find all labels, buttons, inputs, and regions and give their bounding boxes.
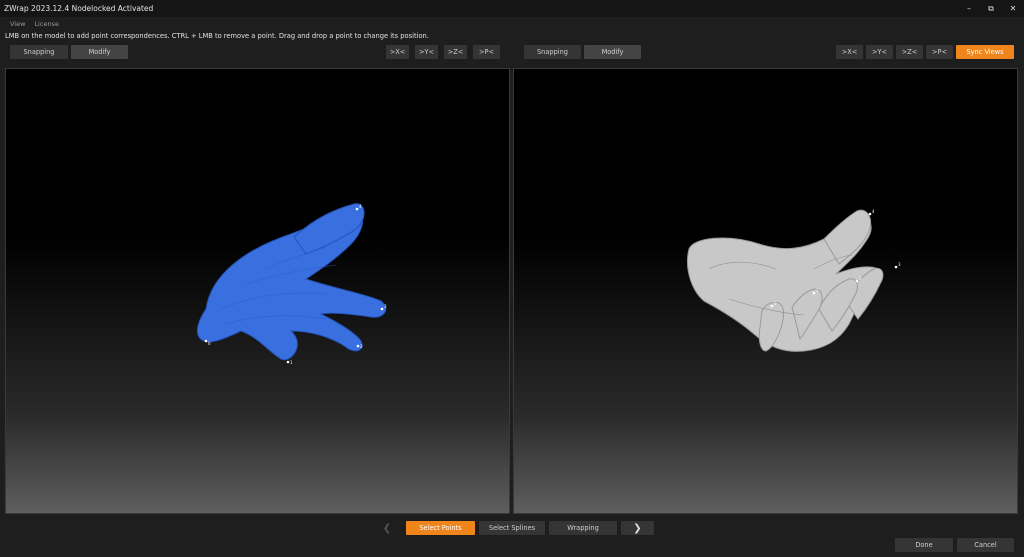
title-bar: ZWrap 2023.12.4 Nodelocked Activated – ⧉…	[0, 0, 1024, 17]
left-point-label: 1	[290, 360, 293, 365]
left-point-marker[interactable]	[356, 344, 360, 348]
left-modify-button[interactable]: Modify	[71, 45, 128, 59]
right-point-label: 3	[898, 262, 901, 267]
right-viewport[interactable]: 4 3 2 1 0	[513, 68, 1018, 514]
left-point-marker[interactable]	[286, 360, 290, 364]
right-point-label: 4	[872, 209, 875, 214]
right-align-y-button[interactable]: >Y<	[866, 45, 893, 59]
step-wrapping-button[interactable]: Wrapping	[549, 521, 617, 535]
left-viewport[interactable]: 4 3 2 1 0	[5, 68, 510, 514]
instruction-hint: LMB on the model to add point correspond…	[5, 32, 429, 40]
right-point-marker[interactable]	[894, 265, 898, 269]
right-point-marker[interactable]	[812, 291, 816, 295]
left-align-p-button[interactable]: >P<	[473, 45, 500, 59]
right-align-x-button[interactable]: >X<	[836, 45, 863, 59]
left-point-marker[interactable]	[380, 307, 384, 311]
restore-icon[interactable]: ⧉	[980, 0, 1002, 17]
minimize-icon[interactable]: –	[958, 0, 980, 17]
left-point-marker[interactable]	[355, 207, 359, 211]
window-controls: – ⧉ ✕	[958, 0, 1024, 17]
step-select-points-button[interactable]: Select Points	[406, 521, 475, 535]
left-align-x-button[interactable]: >X<	[386, 45, 409, 59]
next-step-icon[interactable]: ❯	[621, 521, 654, 535]
right-align-z-button[interactable]: >Z<	[896, 45, 923, 59]
right-point-marker[interactable]	[855, 279, 859, 283]
right-align-p-button[interactable]: >P<	[926, 45, 953, 59]
previous-step-icon[interactable]: ❮	[376, 521, 398, 535]
left-align-y-button[interactable]: >Y<	[415, 45, 438, 59]
right-point-marker[interactable]	[770, 304, 774, 308]
right-point-marker[interactable]	[868, 212, 872, 216]
close-icon[interactable]: ✕	[1002, 0, 1024, 17]
right-modify-button[interactable]: Modify	[584, 45, 641, 59]
cancel-button[interactable]: Cancel	[957, 538, 1014, 552]
left-snapping-button[interactable]: Snapping	[10, 45, 68, 59]
left-hand-model[interactable]: 4 3 2 1 0	[6, 69, 510, 514]
right-hand-model[interactable]: 4 3 2 1 0	[514, 69, 1018, 514]
sync-views-button[interactable]: Sync Views	[956, 45, 1014, 59]
step-select-splines-button[interactable]: Select Splines	[479, 521, 545, 535]
left-point-label: 3	[384, 304, 387, 309]
menu-license[interactable]: License	[34, 20, 59, 28]
right-snapping-button[interactable]: Snapping	[524, 45, 581, 59]
left-point-marker[interactable]	[204, 339, 208, 343]
done-button[interactable]: Done	[895, 538, 953, 552]
menu-bar: View License	[0, 17, 1024, 30]
left-align-z-button[interactable]: >Z<	[444, 45, 467, 59]
menu-view[interactable]: View	[10, 20, 25, 28]
window-title: ZWrap 2023.12.4 Nodelocked Activated	[4, 4, 154, 13]
